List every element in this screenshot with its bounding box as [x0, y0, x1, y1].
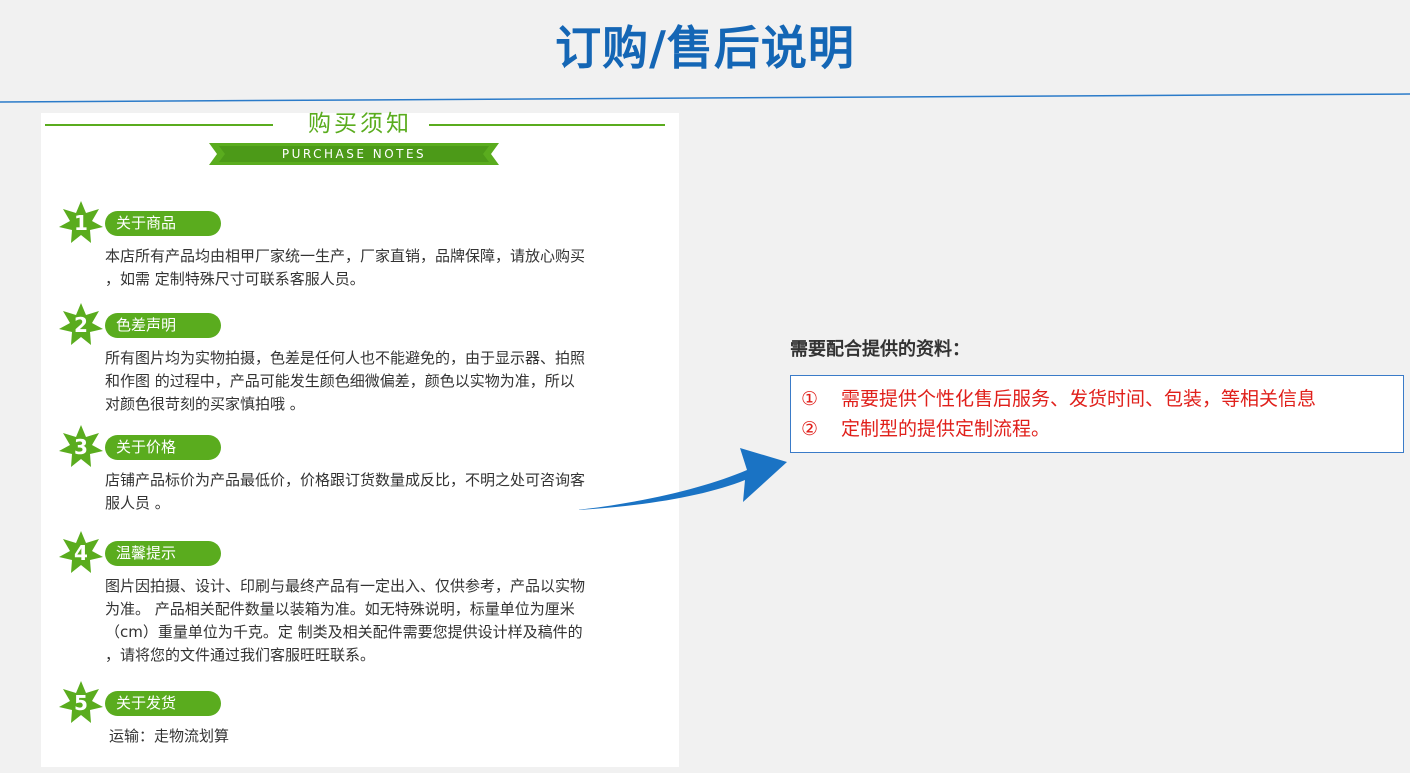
requirement-number: ②: [801, 418, 819, 440]
requirement-text: 定制型的提供定制流程。: [841, 418, 1051, 440]
section-number: 4: [74, 541, 88, 565]
requirement-number: ①: [801, 388, 819, 410]
requirement-text: 需要提供个性化售后服务、发货时间、包装，等相关信息: [841, 388, 1317, 410]
section-text: 图片因拍摄、设计、印刷与最终产品有一定出入、仅供参考，产品以实物 为准。 产品相…: [105, 577, 586, 664]
requirements-box: ① 需要提供个性化售后服务、发货时间、包装，等相关信息 ② 定制型的提供定制流程…: [790, 375, 1404, 453]
section-number: 5: [74, 691, 88, 715]
section-number: 1: [74, 211, 88, 235]
requirement-item: ② 定制型的提供定制流程。: [801, 414, 1403, 444]
notes-subtitle: PURCHASE NOTES: [281, 147, 427, 161]
page-title: 订购/售后说明: [555, 21, 855, 75]
notes-header: 购买须知 PURCHASE NOTES: [41, 111, 679, 173]
requirement-item: ① 需要提供个性化售后服务、发货时间、包装，等相关信息: [801, 384, 1403, 414]
section-heading: 关于商品: [105, 211, 221, 236]
section-number: 2: [74, 313, 88, 337]
notes-title: 购买须知: [308, 111, 412, 137]
section-text: 所有图片均为实物拍摄，色差是任何人也不能避免的，由于显示器、拍照 和作图 的过程…: [105, 349, 586, 413]
section-text: 运输：走物流划算: [109, 727, 230, 745]
section-heading: 温馨提示: [105, 541, 221, 566]
section-heading: 关于价格: [105, 435, 221, 460]
section-heading: 色差声明: [105, 313, 221, 338]
requirements-title: 需要配合提供的资料：: [790, 339, 970, 360]
section-text: 本店所有产品均由相甲厂家统一生产，厂家直销，品牌保障，请放心购买 ，如需 定制特…: [105, 247, 586, 288]
arrow-icon: [577, 448, 787, 510]
section-number: 3: [74, 435, 88, 459]
section-heading: 关于发货: [105, 691, 221, 716]
